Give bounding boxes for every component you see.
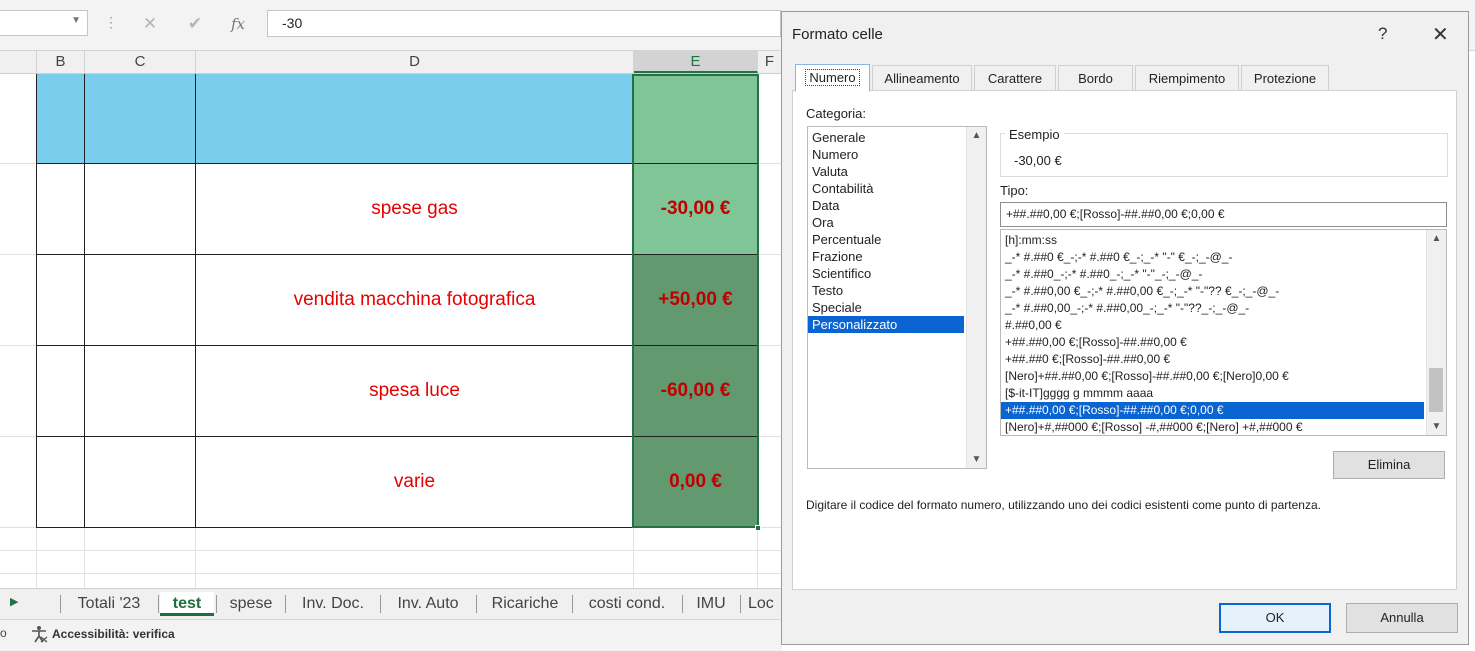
ok-button[interactable]: OK: [1219, 603, 1331, 633]
cell-d-varie[interactable]: varie: [196, 437, 633, 527]
format-code-item[interactable]: #.##0,00 €: [1001, 317, 1446, 334]
chevron-down-icon[interactable]: ▼: [71, 15, 81, 26]
tab-riempimento[interactable]: Riempimento: [1135, 65, 1239, 91]
status-bar: o Accessibilità: verifica: [0, 619, 782, 651]
format-code-item[interactable]: _-* #.##0,00_-;-* #.##0,00_-;_-* "-"??_-…: [1001, 300, 1446, 317]
category-item[interactable]: Scientifico: [808, 265, 986, 282]
insert-function-icon[interactable]: fx: [226, 12, 250, 36]
selection-outline: [632, 74, 759, 528]
accessibility-icon[interactable]: [30, 625, 48, 643]
category-item-selected[interactable]: Personalizzato: [808, 316, 964, 333]
tab-bordo[interactable]: Bordo: [1058, 65, 1133, 91]
status-left: o: [0, 626, 7, 640]
format-code-item-selected[interactable]: +##.##0,00 €;[Rosso]-##.##0,00 €;0,00 €: [1001, 402, 1424, 419]
scroll-up-icon[interactable]: ▲: [967, 130, 986, 141]
format-code-item[interactable]: _-* #.##0 €_-;-* #.##0 €_-;_-* "-" €_-;_…: [1001, 249, 1446, 266]
format-cells-dialog: Formato celle ? ✕ Numero Allineamento Ca…: [781, 11, 1469, 645]
tab-protezione[interactable]: Protezione: [1241, 65, 1329, 91]
description-text: Digitare il codice del formato numero, u…: [806, 498, 1321, 512]
tab-numero[interactable]: Numero: [795, 64, 870, 92]
tab-allineamento[interactable]: Allineamento: [872, 65, 972, 91]
sheet-tab-inv-doc[interactable]: Inv. Doc.: [290, 592, 376, 616]
formula-input[interactable]: -30: [267, 10, 781, 37]
name-box[interactable]: ▼: [0, 10, 88, 36]
sheet-tab-spese[interactable]: spese: [222, 592, 280, 616]
scroll-thumb[interactable]: [1429, 368, 1443, 412]
category-item[interactable]: Contabilità: [808, 180, 986, 197]
scroll-down-icon[interactable]: ▼: [1427, 421, 1446, 432]
format-code-item[interactable]: [$-it-IT]gggg g mmmm aaaa: [1001, 385, 1446, 402]
close-icon[interactable]: ✕: [1432, 22, 1449, 47]
format-code-item[interactable]: [Nero]+#,##000 €;[Rosso] -#,##000 €;[Ner…: [1001, 419, 1446, 435]
cancel-entry-icon[interactable]: ✕: [138, 12, 162, 36]
category-scrollbar[interactable]: ▲ ▼: [966, 127, 986, 468]
fill-handle[interactable]: [755, 525, 761, 531]
format-code-item[interactable]: +##.##0,00 €;[Rosso]-##.##0,00 €: [1001, 334, 1446, 351]
sheet-tab-loc[interactable]: Loc: [748, 592, 782, 616]
column-header-f[interactable]: F: [758, 51, 782, 73]
category-item[interactable]: Percentuale: [808, 231, 986, 248]
category-item[interactable]: Generale: [808, 129, 986, 146]
esempio-group: [1000, 133, 1448, 177]
column-header-blank: [0, 51, 37, 73]
dialog-title: Formato celle: [792, 26, 883, 43]
cell-d-vendita[interactable]: vendita macchina fotografica: [196, 255, 633, 345]
category-label: Categoria:: [806, 106, 866, 121]
sheet-tab-costi-cond[interactable]: costi cond.: [578, 592, 676, 616]
accessibility-status[interactable]: Accessibilità: verifica: [52, 627, 175, 641]
column-header-e[interactable]: E: [634, 51, 758, 73]
sheet-tab-totali-23[interactable]: Totali '23: [66, 592, 152, 616]
format-code-scrollbar[interactable]: ▲ ▼: [1426, 230, 1446, 435]
column-header-b[interactable]: B: [37, 51, 85, 73]
category-item[interactable]: Data: [808, 197, 986, 214]
cell-d-spese-gas[interactable]: spese gas: [196, 164, 633, 254]
sheet-tab-ricariche[interactable]: Ricariche: [482, 592, 568, 616]
dialog-panel: Categoria: Generale Numero Valuta Contab…: [792, 90, 1457, 590]
esempio-label: Esempio: [1005, 127, 1064, 142]
tipo-label: Tipo:: [1000, 183, 1029, 198]
sheet-tab-test[interactable]: test: [160, 592, 214, 616]
format-code-item[interactable]: _-* #.##0_-;-* #.##0_-;_-* "-"_-;_-@_-: [1001, 266, 1446, 283]
sheet-tab-imu[interactable]: IMU: [688, 592, 734, 616]
tab-carattere[interactable]: Carattere: [974, 65, 1056, 91]
format-code-item[interactable]: +##.##0 €;[Rosso]-##.##0,00 €: [1001, 351, 1446, 368]
elimina-button[interactable]: Elimina: [1333, 451, 1445, 479]
header-band[interactable]: [36, 74, 634, 164]
format-code-item[interactable]: _-* #.##0,00 €_-;-* #.##0,00 €_-;_-* "-"…: [1001, 283, 1446, 300]
esempio-value: -30,00 €: [1014, 153, 1062, 168]
confirm-entry-icon[interactable]: ✔: [183, 12, 207, 36]
formula-bar-dots-icon: ⋮: [104, 14, 118, 30]
annulla-button[interactable]: Annulla: [1346, 603, 1458, 633]
cell-d-spesa-luce[interactable]: spesa luce: [196, 346, 633, 436]
scroll-up-icon[interactable]: ▲: [1427, 233, 1446, 244]
format-code-item[interactable]: [Nero]+##.##0,00 €;[Rosso]-##.##0,00 €;[…: [1001, 368, 1446, 385]
category-item[interactable]: Ora: [808, 214, 986, 231]
help-icon[interactable]: ?: [1378, 24, 1387, 44]
format-code-item[interactable]: [h]:mm:ss: [1001, 232, 1446, 249]
sheet-tab-inv-auto[interactable]: Inv. Auto: [386, 592, 470, 616]
column-header-c[interactable]: C: [85, 51, 196, 73]
category-item[interactable]: Numero: [808, 146, 986, 163]
category-item[interactable]: Valuta: [808, 163, 986, 180]
category-item[interactable]: Testo: [808, 282, 986, 299]
sheet-tab-bar: ▶ Totali '23 test spese Inv. Doc. Inv. A…: [0, 588, 782, 619]
tipo-input[interactable]: +##.##0,00 €;[Rosso]-##.##0,00 €;0,00 €: [1000, 202, 1447, 227]
category-item[interactable]: Frazione: [808, 248, 986, 265]
column-headers: B C D E F: [0, 51, 782, 74]
format-code-list[interactable]: [h]:mm:ss _-* #.##0 €_-;-* #.##0 €_-;_-*…: [1000, 229, 1447, 436]
scroll-down-icon[interactable]: ▼: [967, 454, 986, 465]
tab-numero-label: Numero: [805, 69, 860, 86]
column-header-d[interactable]: D: [196, 51, 634, 73]
category-item[interactable]: Speciale: [808, 299, 986, 316]
scroll-tabs-right-icon[interactable]: ▶: [10, 595, 18, 608]
worksheet-grid[interactable]: spese gas vendita macchina fotografica s…: [0, 74, 782, 588]
category-list[interactable]: Generale Numero Valuta Contabilità Data …: [807, 126, 987, 469]
